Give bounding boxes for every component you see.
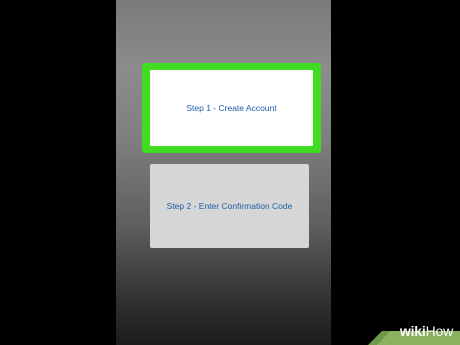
wikihow-watermark: wikiHow: [368, 317, 460, 345]
watermark-logo-text: wikiHow: [400, 323, 453, 339]
step2-confirmation-code-button[interactable]: Step 2 - Enter Confirmation Code: [150, 164, 309, 248]
step1-label: Step 1 - Create Account: [186, 103, 277, 113]
step2-label: Step 2 - Enter Confirmation Code: [166, 201, 293, 211]
tutorial-screenshot: Step 1 - Create Account Step 2 - Enter C…: [0, 0, 460, 345]
watermark-how: How: [425, 323, 454, 339]
watermark-wiki: wiki: [399, 323, 426, 339]
step1-create-account-button[interactable]: Step 1 - Create Account: [150, 70, 313, 146]
